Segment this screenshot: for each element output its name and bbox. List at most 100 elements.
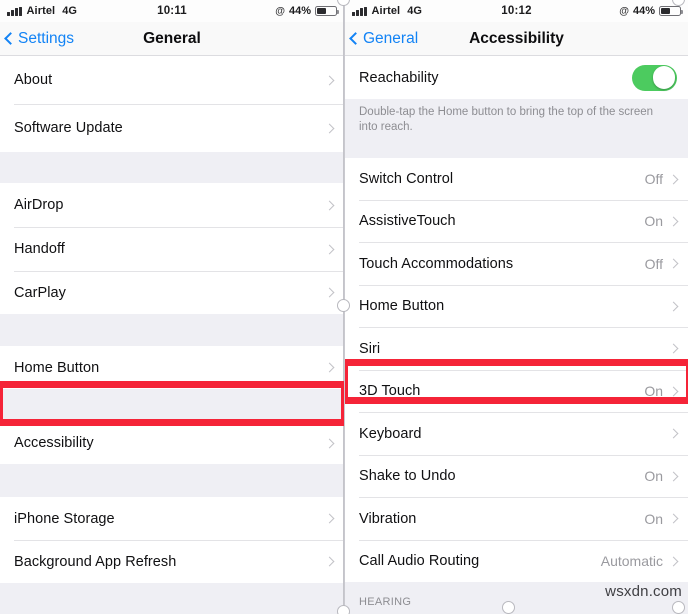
chevron-right-icon [668,386,679,396]
row-value: On [644,468,663,484]
chevron-right-icon [668,216,679,226]
row-siri[interactable]: Siri [345,327,688,370]
right-settings-list: Reachability Double-tap the Home button … [345,56,688,614]
section-gap [0,389,344,422]
row-label: Handoff [14,241,65,257]
row-assistivetouch[interactable]: AssistiveTouch On [345,200,688,242]
row-value: Automatic [600,553,663,569]
row-label: Reachability [359,69,439,86]
chevron-right-icon [324,200,335,210]
group-home-button: Home Button [0,346,344,389]
chevron-right-icon [324,75,335,85]
row-home-button[interactable]: Home Button [345,285,688,327]
row-label: Keyboard [359,425,422,442]
row-label: Home Button [359,298,445,314]
row-vibration[interactable]: Vibration On [345,497,688,540]
phone-edge-dot-bottom [337,605,350,614]
watermark: wsxdn.com [605,583,682,600]
battery-icon [659,5,684,17]
row-label: Touch Accommodations [359,255,514,272]
chevron-right-icon [324,513,335,524]
phone-edge-dot-middle [337,299,350,312]
battery-percent: 44% [632,5,655,17]
row-label: Vibration [359,510,417,527]
row-value: On [644,510,663,527]
row-value: On [644,383,663,399]
left-phone-screen: Airtel 4G 10:11 @ 44% Settings General A… [0,0,344,614]
row-value: On [644,213,663,229]
section-gap [0,314,344,346]
rotation-lock-icon: @ [275,5,285,17]
row-carplay[interactable]: CarPlay [0,271,344,314]
section-gap [0,464,344,497]
row-background-app-refresh[interactable]: Background App Refresh [0,540,344,583]
row-iphone-storage[interactable]: iPhone Storage [0,497,344,540]
phone-edge-dot-right-corner [672,601,685,614]
group-connectivity: AirDrop Handoff CarPlay [0,183,344,314]
row-label: Background App Refresh [14,553,177,570]
row-software-update[interactable]: Software Update [0,104,344,152]
back-button-general[interactable]: General [345,30,418,48]
row-home-button[interactable]: Home Button [0,346,344,389]
chevron-right-icon [668,471,679,481]
section-gap [0,152,344,183]
chevron-right-icon [668,513,679,524]
rotation-lock-icon: @ [619,5,629,17]
row-call-audio-routing[interactable]: Call Audio Routing Automatic [345,540,688,582]
row-accessibility[interactable]: Accessibility [0,422,344,464]
row-label: Software Update [14,120,123,136]
left-status-right: @ 44% [275,5,340,17]
row-label: iPhone Storage [14,510,115,527]
right-nav-bar: General Accessibility [345,22,688,56]
row-reachability[interactable]: Reachability [345,56,688,99]
right-phone-screen: Airtel 4G 10:12 @ 44% General Accessibil… [344,0,688,614]
chevron-right-icon [668,428,679,439]
row-handoff[interactable]: Handoff [0,227,344,271]
left-status-bar: Airtel 4G 10:11 @ 44% [0,0,344,22]
battery-icon [315,5,340,17]
back-button-label: General [363,29,419,47]
chevron-right-icon [324,362,335,373]
right-status-bar: Airtel 4G 10:12 @ 44% [345,0,688,22]
row-about[interactable]: About [0,56,344,104]
row-touch-accommodations[interactable]: Touch Accommodations Off [345,242,688,285]
row-airdrop[interactable]: AirDrop [0,183,344,227]
chevron-right-icon [668,556,679,566]
row-label: Switch Control [359,171,454,187]
chevron-right-icon [324,287,335,298]
section-gap [0,583,344,614]
row-label: AirDrop [14,197,64,213]
battery-percent: 44% [288,5,311,17]
row-label: AssistiveTouch [359,213,456,229]
row-label: Siri [359,340,381,357]
chevron-right-icon [324,244,335,254]
left-nav-bar: Settings General [0,22,344,56]
row-value: Off [644,171,663,187]
left-settings-list: About Software Update AirDrop Handoff Ca… [0,56,344,614]
group-reachability: Reachability [345,56,688,99]
chevron-left-icon [4,32,17,45]
chevron-right-icon [668,174,679,184]
back-button-label: Settings [18,29,75,47]
row-label: Call Audio Routing [359,553,480,569]
chevron-right-icon [324,556,335,567]
chevron-right-icon [668,301,679,311]
reachability-toggle[interactable] [632,64,677,91]
row-label: About [14,72,53,88]
back-button-settings[interactable]: Settings [0,30,74,48]
group-accessibility: Accessibility [0,422,344,464]
chevron-right-icon [668,343,679,354]
phone-edge-dot-right-bottom [502,601,515,614]
chevron-right-icon [324,123,335,133]
row-keyboard[interactable]: Keyboard [345,412,688,455]
right-status-right: @ 44% [619,5,684,17]
row-label: 3D Touch [359,383,421,399]
chevron-left-icon [349,32,362,45]
row-shake-to-undo[interactable]: Shake to Undo On [345,455,688,497]
row-label: Shake to Undo [359,468,456,484]
reachability-note: Double-tap the Home button to bring the … [345,99,688,144]
chevron-right-icon [668,258,679,269]
row-label: CarPlay [14,284,66,301]
row-switch-control[interactable]: Switch Control Off [345,158,688,200]
row-3d-touch[interactable]: 3D Touch On [345,370,688,412]
